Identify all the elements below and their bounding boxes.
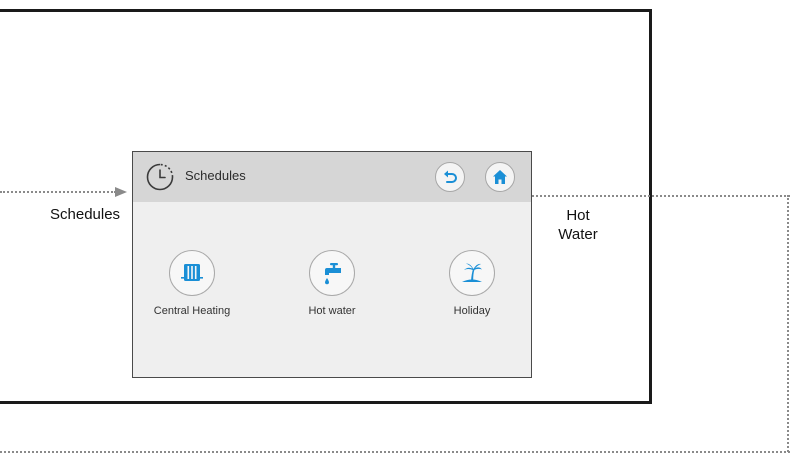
connector-arrow-head [115, 187, 127, 197]
connector-right-vertical [787, 195, 789, 452]
home-button[interactable] [485, 162, 515, 192]
palm-tree-icon [462, 263, 482, 282]
back-button[interactable] [435, 162, 465, 192]
connector-left-line [0, 191, 116, 193]
screen-header: Schedules [133, 152, 531, 202]
header-title: Schedules [185, 168, 246, 183]
clock-icon [146, 163, 174, 191]
tile-hot-water[interactable]: Hot water [277, 250, 387, 317]
home-icon [493, 170, 507, 184]
central-heating-button[interactable] [169, 250, 215, 296]
annotation-hot-line1: Hot [566, 207, 590, 224]
annotation-hot-water: Hot Water [558, 206, 598, 244]
back-arrow-icon [444, 170, 457, 183]
radiator-icon [181, 264, 203, 281]
holiday-button[interactable] [449, 250, 495, 296]
tile-label-holiday: Holiday [453, 305, 491, 317]
connector-bottom-line [0, 451, 790, 453]
hot-water-button[interactable] [309, 250, 355, 296]
tile-holiday[interactable]: Holiday [417, 250, 527, 317]
tile-label-hot-water: Hot water [308, 305, 356, 317]
connector-right-line [532, 195, 790, 197]
annotation-schedules: Schedules [50, 206, 121, 223]
device-screen: Schedules Central Heating Hot water Holi… [132, 151, 532, 378]
tap-icon [325, 263, 341, 285]
tile-label-central-heating: Central Heating [153, 305, 231, 317]
tile-central-heating[interactable]: Central Heating [137, 250, 247, 317]
annotation-hot-line2: Water [558, 226, 598, 243]
